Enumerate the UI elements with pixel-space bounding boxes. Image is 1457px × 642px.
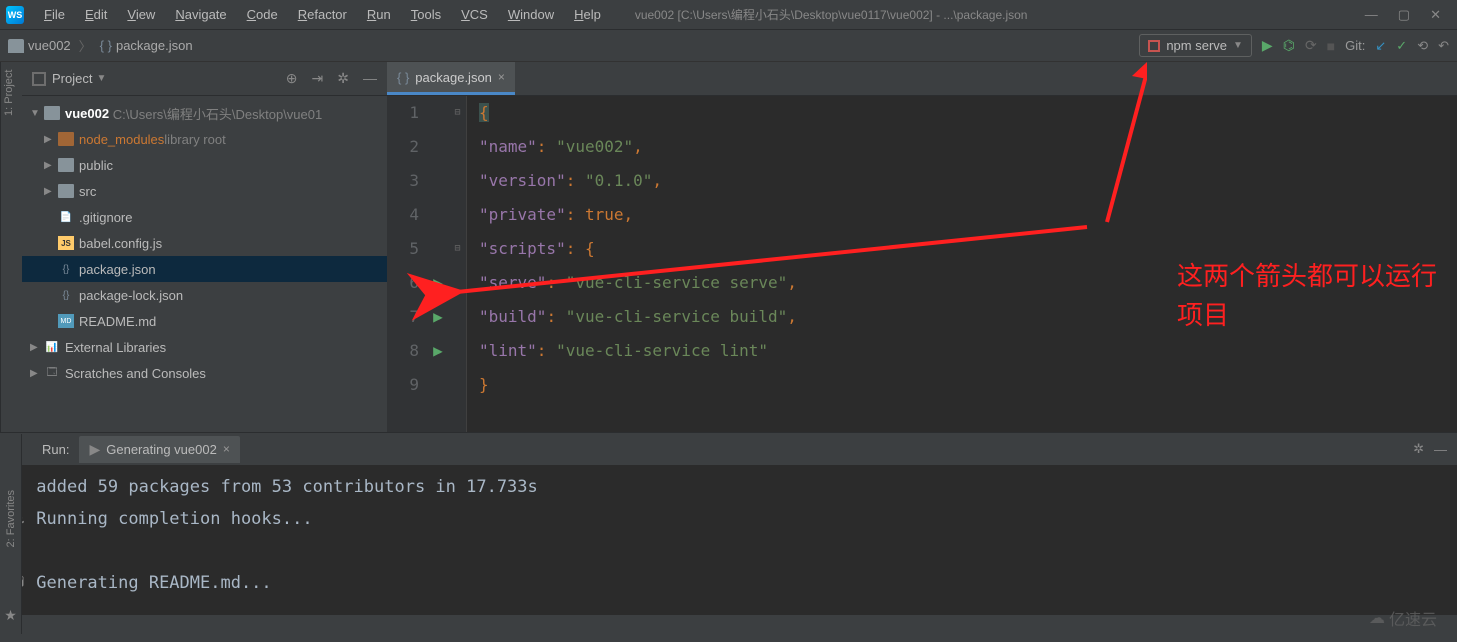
json-icon: { }	[100, 38, 112, 53]
menu-navigate[interactable]: Navigate	[165, 3, 236, 26]
editor-tabs: { } package.json ×	[387, 62, 1457, 96]
project-panel-header: Project ▼ ⊕ ⇥ ✲ —	[22, 62, 387, 96]
menu-refactor[interactable]: Refactor	[288, 3, 357, 26]
tree-item--gitignore[interactable]: 📄.gitignore	[22, 204, 387, 230]
console-line: ⚓Running completion hooks...	[14, 503, 1443, 535]
menu-help[interactable]: Help	[564, 3, 611, 26]
run-panel: Run: ▶ Generating vue002 × ✲ — added 59 …	[0, 432, 1457, 615]
chevron-down-icon[interactable]: ▼	[96, 73, 106, 84]
gear-icon[interactable]: ✲	[337, 70, 349, 87]
menu-view[interactable]: View	[117, 3, 165, 26]
menu-bar: WS FileEditViewNavigateCodeRefactorRunTo…	[0, 0, 1457, 30]
tree-root[interactable]: ▼vue002 C:\Users\编程小石头\Desktop\vue01	[22, 100, 387, 126]
tree-item-package-lock-json[interactable]: {}package-lock.json	[22, 282, 387, 308]
revert-icon[interactable]: ↶	[1438, 38, 1449, 54]
git-commit-icon[interactable]: ✓	[1396, 38, 1407, 54]
project-panel: Project ▼ ⊕ ⇥ ✲ — ▼vue002 C:\Users\编程小石头…	[22, 62, 387, 432]
breadcrumb-folder: vue002	[28, 38, 71, 53]
hide-icon[interactable]: —	[1434, 442, 1447, 457]
json-icon: { }	[397, 70, 409, 85]
git-update-icon[interactable]: ↙	[1375, 38, 1386, 54]
nav-bar: vue002 〉 { } package.json npm serve ▼ ▶ …	[0, 30, 1457, 62]
menu-code[interactable]: Code	[237, 3, 288, 26]
console-line: added 59 packages from 53 contributors i…	[14, 471, 1443, 503]
tree-item-src[interactable]: ▶src	[22, 178, 387, 204]
editor-area: { } package.json × 123456789 ▶▶▶ ⊟ ⊟ { "…	[387, 62, 1457, 432]
tree-scratches[interactable]: ▶🗔Scratches and Consoles	[22, 360, 387, 386]
minimize-icon[interactable]: —	[1365, 7, 1378, 23]
editor-tab-package-json[interactable]: { } package.json ×	[387, 62, 515, 95]
project-panel-title[interactable]: Project	[52, 71, 92, 86]
window-title: vue002 [C:\Users\编程小石头\Desktop\vue0117\v…	[635, 6, 1028, 23]
watermark: ☁亿速云	[1369, 606, 1437, 630]
app-icon: WS	[6, 6, 24, 24]
run-button-icon[interactable]: ▶	[1262, 37, 1273, 54]
breadcrumb-sep: 〉	[79, 36, 92, 55]
menu-vcs[interactable]: VCS	[451, 3, 498, 26]
console-line	[14, 535, 1443, 567]
run-config-label: npm serve	[1166, 38, 1227, 53]
line-numbers: 123456789	[387, 96, 427, 432]
close-tab-icon[interactable]: ×	[223, 442, 230, 456]
maximize-icon[interactable]: ▢	[1398, 7, 1410, 23]
tree-item-package-json[interactable]: {}package.json	[22, 256, 387, 282]
left-tab-project[interactable]: 1: Project	[0, 62, 22, 432]
collapse-icon[interactable]: ⇥	[312, 70, 324, 87]
folder-icon	[8, 39, 24, 53]
console-output[interactable]: added 59 packages from 53 contributors i…	[0, 465, 1457, 615]
tree-item-babel-config-js[interactable]: JSbabel.config.js	[22, 230, 387, 256]
menu-edit[interactable]: Edit	[75, 3, 117, 26]
run-panel-title: Run:	[42, 442, 69, 457]
fold-gutter[interactable]: ⊟ ⊟	[449, 96, 467, 432]
project-tree[interactable]: ▼vue002 C:\Users\编程小石头\Desktop\vue01▶nod…	[22, 96, 387, 432]
tree-item-README-md[interactable]: MDREADME.md	[22, 308, 387, 334]
npm-icon	[1148, 40, 1160, 52]
tree-item-public[interactable]: ▶public	[22, 152, 387, 178]
project-scope-icon	[32, 72, 46, 86]
run-tab-label: Generating vue002	[106, 442, 217, 457]
favorites-tab[interactable]: 2: Favorites	[5, 490, 17, 547]
editor-tab-label: package.json	[415, 70, 492, 85]
stop-icon[interactable]: ■	[1327, 38, 1335, 54]
star-icon[interactable]: ★	[4, 607, 17, 624]
tree-item-node_modules[interactable]: ▶node_modules library root	[22, 126, 387, 152]
history-icon[interactable]: ⟲	[1417, 38, 1428, 54]
console-line: �Generating README.md...	[14, 567, 1443, 599]
run-panel-header: Run: ▶ Generating vue002 × ✲ —	[0, 433, 1457, 465]
coverage-icon[interactable]: ⟳	[1305, 37, 1317, 54]
breadcrumb-file: package.json	[116, 38, 193, 53]
debug-icon[interactable]: ⌬	[1283, 37, 1295, 54]
left-bottom-tabs: 2: Favorites ★	[0, 434, 22, 634]
breadcrumb[interactable]: vue002 〉 { } package.json	[8, 36, 193, 55]
gear-icon[interactable]: ✲	[1413, 441, 1424, 457]
menu-window[interactable]: Window	[498, 3, 564, 26]
window-controls: — ▢ ✕	[1365, 7, 1451, 23]
close-tab-icon[interactable]: ×	[498, 70, 505, 84]
git-label: Git:	[1345, 38, 1365, 53]
run-config-selector[interactable]: npm serve ▼	[1139, 34, 1252, 57]
gutter-run-marks[interactable]: ▶▶▶	[427, 96, 449, 432]
menu-run[interactable]: Run	[357, 3, 401, 26]
menu-file[interactable]: File	[34, 3, 75, 26]
chevron-down-icon: ▼	[1233, 40, 1243, 51]
run-play-icon: ▶	[89, 441, 100, 458]
close-icon[interactable]: ✕	[1430, 7, 1441, 23]
run-tab[interactable]: ▶ Generating vue002 ×	[79, 436, 239, 463]
menu-tools[interactable]: Tools	[401, 3, 451, 26]
hide-icon[interactable]: —	[363, 70, 377, 87]
annotation-text: 这两个箭头都可以运行项目	[1177, 257, 1437, 335]
tree-external[interactable]: ▶📊External Libraries	[22, 334, 387, 360]
locate-icon[interactable]: ⊕	[286, 70, 298, 87]
